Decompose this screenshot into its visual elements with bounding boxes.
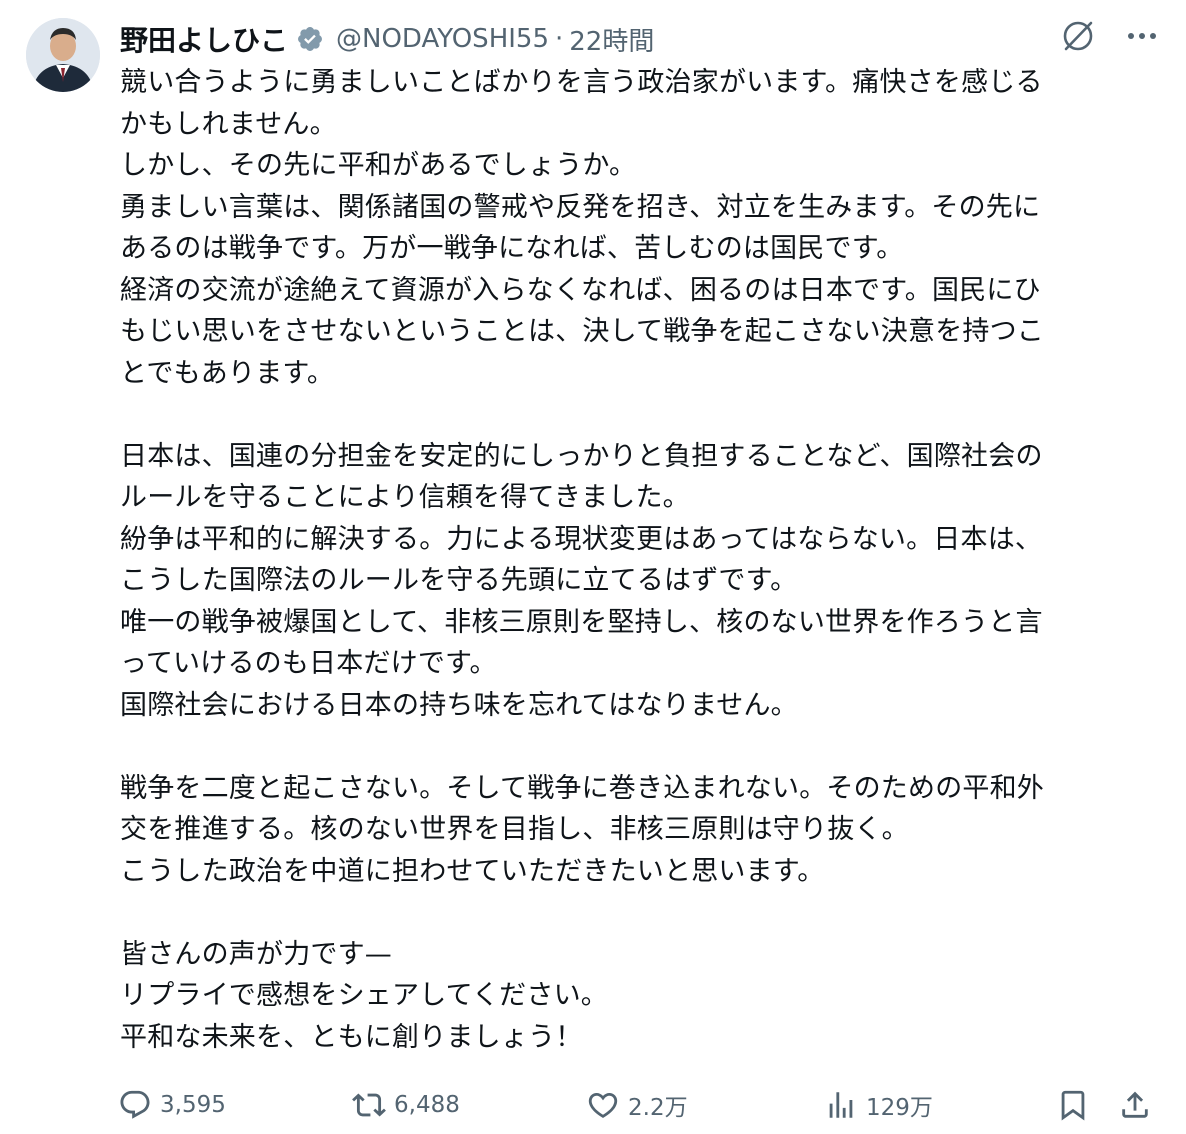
tweet-line: こうした政治を中道に担わせていただきたいと思います。 [120, 855, 825, 887]
tweet-header: 野田よしひこ @NODAYOSHI55 · 22時間 [120, 18, 654, 60]
tweet-line: 唯一の戦争被爆国として、非核三原則を堅持し、核のない世界を作ろうと言 [120, 606, 1043, 638]
header-separator: · [555, 24, 564, 54]
tweet-line: こうした国際法のルールを守る先頭に立てるはずです。 [120, 565, 798, 596]
tweet-line: リプライで感想をシェアしてください。 [120, 980, 608, 1011]
views-icon [824, 1088, 858, 1122]
tweet-line: 戦争を二度と起こさない。そして戦争に巻き込まれない。そのための平和外 [120, 772, 1044, 804]
tweet-line: 日本は、国連の分担金を安定的にしっかりと負担することなど、国際社会の [120, 440, 1043, 472]
tweet-line: 勇ましい言葉は、関係諸国の警戒や反発を招き、対立を生みます。その先に [120, 191, 1041, 223]
more-icon[interactable] [1120, 14, 1164, 58]
tweet-text: 競い合うように勇ましいことばかりを言う政治家がいます。痛快さを感じる かもしれま… [120, 62, 1160, 1058]
top-actions [1056, 14, 1164, 58]
reply-button[interactable]: 3,595 [118, 1082, 226, 1128]
tweet-line: 皆さんの声が力です— [120, 938, 392, 970]
repost-count: 6,488 [394, 1092, 460, 1118]
display-name[interactable]: 野田よしひこ [120, 19, 288, 59]
user-handle[interactable]: @NODAYOSHI55 [336, 24, 549, 54]
tweet-line: しかし、その先に平和があるでしょうか。 [120, 150, 637, 181]
tweet-line: 交を推進する。核のない世界を目指し、非核三原則は守り抜く。 [120, 814, 909, 845]
tweet-line: あるのは戦争です。万が一戦争になれば、苦しむのは国民です。 [120, 233, 904, 264]
reply-count: 3,595 [160, 1092, 226, 1118]
tweet-line: とでもあります。 [120, 357, 335, 389]
tweet-line: 紛争は平和的に解決する。力による現状変更はあってはならない。日本は、 [120, 523, 1043, 555]
post-time[interactable]: 22時間 [569, 21, 654, 58]
share-icon [1118, 1088, 1152, 1122]
grok-icon[interactable] [1056, 14, 1100, 58]
tweet-line: かもしれません。 [120, 108, 337, 140]
like-icon [586, 1088, 620, 1122]
tweet-line: 競い合うように勇ましいことばかりを言う政治家がいます。痛快さを感じる [120, 67, 1043, 98]
views-count: 129万 [866, 1095, 933, 1121]
tweet-line: 経済の交流が途絶えて資源が入らなくなれば、困るのは日本です。国民にひ [120, 274, 1041, 306]
views-button[interactable]: 129万 [824, 1082, 933, 1128]
tweet-line: 国際社会における日本の持ち味を忘れてはなりません。 [120, 689, 798, 721]
engagement-bar: 3,595 6,488 2.2万 129万 [118, 1082, 1164, 1128]
bookmark-icon [1056, 1088, 1090, 1122]
tweet-line: っていけるのも日本だけです。 [120, 648, 497, 679]
like-count: 2.2万 [628, 1095, 688, 1121]
verified-badge-icon [296, 25, 324, 53]
bookmark-button[interactable] [1056, 1082, 1090, 1128]
repost-button[interactable]: 6,488 [352, 1082, 460, 1128]
like-button[interactable]: 2.2万 [586, 1082, 688, 1128]
tweet-line: 平和な未来を、ともに創りましょう！ [120, 1021, 583, 1053]
avatar[interactable] [26, 18, 100, 92]
share-button[interactable] [1118, 1082, 1152, 1128]
tweet-line: ルールを守ることにより信頼を得てきました。 [120, 482, 690, 513]
reply-icon [118, 1088, 152, 1122]
repost-icon [352, 1088, 386, 1122]
avatar-portrait [26, 18, 100, 92]
tweet-line: もじい思いをさせないということは、決して戦争を起こさない決意を持つこ [120, 316, 1044, 347]
